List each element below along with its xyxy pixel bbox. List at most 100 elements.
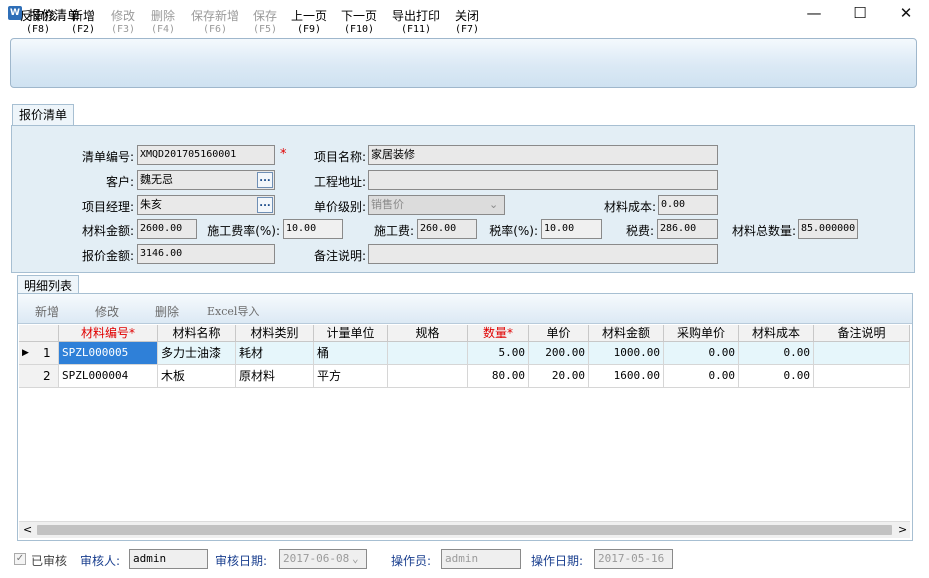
table-cell[interactable] [814,365,910,388]
table-cell[interactable]: 木板 [158,365,236,388]
current-row-icon: ▶ [22,348,29,358]
table-cell[interactable]: SPZL000004 [59,365,158,388]
customer-label: 客户: [105,175,134,189]
table-cell[interactable] [388,342,468,365]
audited-label: 已审核 [31,554,68,568]
table-cell[interactable]: 耗材 [236,342,314,365]
col-material-code[interactable]: 材料编号* [59,325,158,342]
tax-field[interactable]: 286.00 [657,219,718,239]
col-material-name[interactable]: 材料名称 [158,325,236,342]
material-total-qty-label: 材料总数量: [731,224,796,238]
price-level-value: 销售价 [371,198,404,211]
material-cost-field[interactable]: 0.00 [658,195,718,215]
excel-import-button[interactable]: Excel导入 [207,303,259,319]
project-name-label: 项目名称: [313,150,366,164]
table-cell[interactable]: 0.00 [739,342,814,365]
table-cell[interactable]: 0.00 [664,342,739,365]
project-address-label: 工程地址: [313,175,366,189]
row-header-corner [19,325,59,342]
col-material-amount[interactable]: 材料金额 [589,325,664,342]
col-unit-price[interactable]: 单价 [529,325,589,342]
detail-delete-button[interactable]: 删除 [155,303,179,320]
detail-edit-button[interactable]: 修改 [95,303,119,320]
next-page-button[interactable]: 下一页 (F10) [341,10,377,36]
customer-field[interactable]: 魏无忌 [137,170,275,190]
customer-picker-button[interactable]: ... [257,172,273,188]
operator-label: 操作员: [391,554,432,568]
detail-add-button[interactable]: 新增 [35,303,59,320]
quote-amount-label: 报价金额: [81,249,134,263]
table-cell[interactable]: 1600.00 [589,365,664,388]
col-unit[interactable]: 计量单位 [314,325,388,342]
table-cell[interactable]: 0.00 [664,365,739,388]
table-row-header[interactable]: ▶ 1 [19,342,59,365]
manager-picker-button[interactable]: ... [257,197,273,213]
export-print-button[interactable]: 导出打印 (F11) [392,10,440,36]
tax-rate-field[interactable]: 10.00 [541,219,602,239]
col-purchase-price[interactable]: 采购单价 [664,325,739,342]
save-and-new-button[interactable]: 保存新增 (F6) [191,10,239,36]
labor-fee-field[interactable]: 260.00 [417,219,477,239]
auditor-field[interactable]: admin [129,549,208,569]
maximize-button[interactable]: ☐ [837,0,883,28]
table-cell[interactable]: 0.00 [739,365,814,388]
minimize-button[interactable]: — [791,0,837,28]
col-spec[interactable]: 规格 [388,325,468,342]
operate-date-label: 操作日期: [531,554,584,568]
detail-grid: 材料编号* 材料名称 材料类别 计量单位 规格 数量* 单价 材料金额 采购单价… [19,325,910,537]
table-cell[interactable]: 80.00 [468,365,529,388]
list-no-label: 清单编号: [81,150,134,164]
project-manager-field[interactable]: 朱亥 [137,195,275,215]
close-button[interactable]: ✕ [883,0,929,28]
project-manager-label: 项目经理: [81,200,134,214]
scroll-left-icon[interactable]: < [23,523,32,536]
material-total-qty-field[interactable]: 85.000000 [798,219,858,239]
unaudit-button[interactable]: 反审核 (F8) [20,10,56,36]
table-cell[interactable]: 1000.00 [589,342,664,365]
tab-quote-list[interactable]: 报价清单 [12,104,75,125]
audit-date-value: 2017-06-08 [283,552,350,565]
audited-checkbox[interactable]: ✓ [14,553,26,565]
close-form-button[interactable]: 关闭 (F7) [455,10,479,36]
col-quantity[interactable]: 数量* [468,325,529,342]
remarks-field[interactable] [368,244,718,264]
price-level-select[interactable]: 销售价 ⌄ [368,195,505,215]
operate-date-field[interactable]: 2017-05-16 [594,549,673,569]
col-material-category[interactable]: 材料类别 [236,325,314,342]
tax-label: 税费: [625,224,654,238]
chevron-down-icon: ⌄ [489,198,499,211]
row-index: 1 [43,346,51,360]
chevron-down-icon: ⌄ [352,552,359,565]
audit-date-picker[interactable]: 2017-06-08 ⌄ [279,549,367,569]
project-name-field[interactable]: 家居装修 [368,145,718,165]
table-row-header[interactable]: 2 [19,365,59,388]
save-button[interactable]: 保存 (F5) [253,10,277,36]
labor-rate-field[interactable]: 10.00 [283,219,343,239]
prev-page-button[interactable]: 上一页 (F9) [291,10,327,36]
table-cell[interactable]: 200.00 [529,342,589,365]
table-cell[interactable]: SPZL000005 [59,342,158,365]
list-no-field[interactable]: XMQD201705160001 [137,145,275,165]
material-amount-field[interactable]: 2600.00 [137,219,197,239]
col-remarks[interactable]: 备注说明 [814,325,910,342]
quote-amount-field[interactable]: 3146.00 [137,244,275,264]
scroll-right-icon[interactable]: > [898,523,907,536]
material-cost-label: 材料成本: [603,200,656,214]
table-cell[interactable]: 原材料 [236,365,314,388]
table-cell[interactable]: 多力士油漆 [158,342,236,365]
table-cell[interactable] [814,342,910,365]
delete-button[interactable]: 删除 (F4) [151,10,175,36]
table-cell[interactable] [388,365,468,388]
table-cell[interactable]: 平方 [314,365,388,388]
scroll-thumb[interactable] [37,525,892,535]
col-material-cost[interactable]: 材料成本 [739,325,814,342]
required-mark: * [280,147,287,162]
edit-button[interactable]: 修改 (F3) [111,10,135,36]
table-cell[interactable]: 20.00 [529,365,589,388]
operator-field[interactable]: admin [441,549,521,569]
table-cell[interactable]: 5.00 [468,342,529,365]
horizontal-scrollbar[interactable]: < > [19,521,910,538]
project-address-field[interactable] [368,170,718,190]
table-cell[interactable]: 桶 [314,342,388,365]
add-button[interactable]: 新增 (F2) [71,10,95,36]
